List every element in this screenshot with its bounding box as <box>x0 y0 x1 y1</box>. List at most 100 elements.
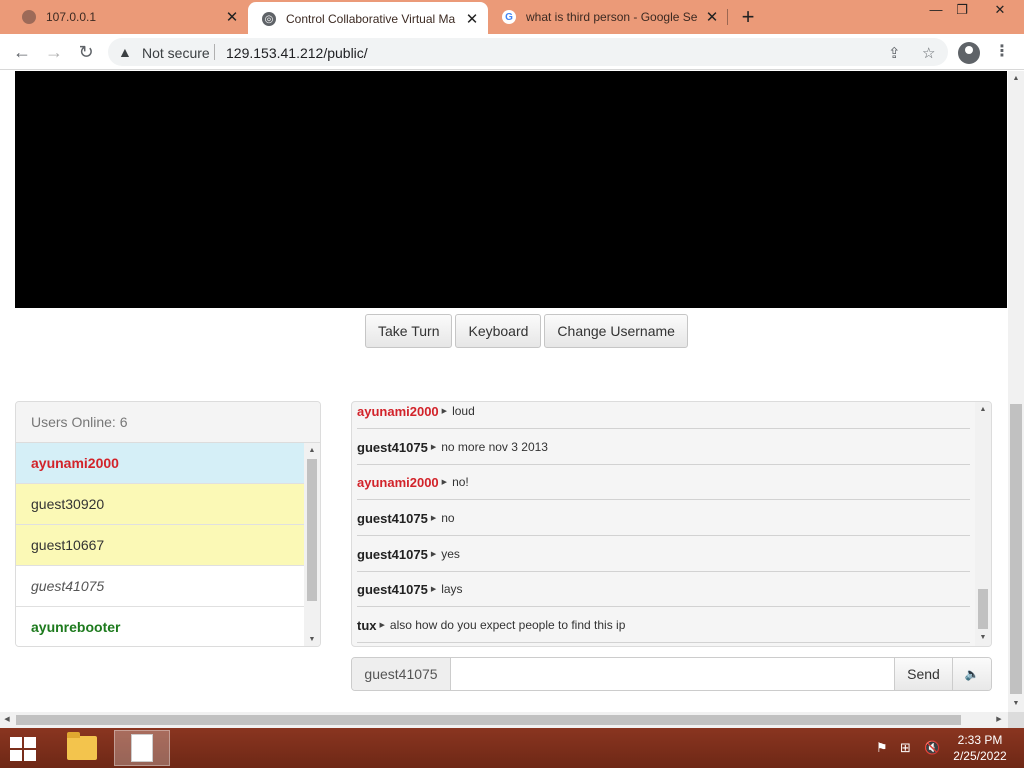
clock-time: 2:33 PM <box>957 733 1003 747</box>
url-text[interactable]: 129.153.41.212/public/ <box>226 45 368 61</box>
scroll-up-icon[interactable]: ▲ <box>975 404 991 416</box>
change-username-button[interactable]: Change Username <box>544 314 688 348</box>
chat-message-input[interactable] <box>451 658 894 690</box>
bookmark-star-icon[interactable]: ☆ <box>922 44 935 62</box>
scroll-up-icon[interactable]: ▲ <box>304 445 320 457</box>
message-username[interactable]: guest41075 <box>357 511 428 526</box>
windows-start-icon[interactable] <box>10 737 38 761</box>
scroll-right-icon[interactable]: ▶ <box>992 714 1006 726</box>
chat-message: guest41075 ▶ yes <box>357 537 970 572</box>
user-row[interactable]: guest41075 <box>16 566 305 607</box>
arrow-icon: ▶ <box>430 551 437 558</box>
scroll-up-icon[interactable]: ▲ <box>1008 73 1024 85</box>
user-row[interactable]: guest10667 <box>16 525 305 566</box>
document-icon <box>131 734 153 762</box>
tab-google-search[interactable]: G what is third person - Google Se ✕ <box>488 0 728 34</box>
tab-107-0-0-1[interactable]: 107.0.0.1 ✕ <box>8 0 248 34</box>
profile-avatar-icon[interactable] <box>958 42 980 64</box>
globe-icon <box>22 10 36 24</box>
message-username[interactable]: guest41075 <box>357 440 428 455</box>
message-text: yes <box>441 547 460 561</box>
arrow-icon: ▶ <box>430 586 437 593</box>
message-text: no <box>441 511 455 525</box>
user-row[interactable]: ayunami2000 <box>16 443 305 484</box>
network-icon[interactable]: ⊞ <box>900 740 911 756</box>
chat-username-label: guest41075 <box>352 658 451 690</box>
file-explorer-icon[interactable] <box>54 730 110 766</box>
new-tab-button[interactable]: + <box>737 4 759 30</box>
share-icon[interactable]: ⇪ <box>888 44 901 62</box>
divider <box>214 44 215 60</box>
tab-title: what is third person - Google Se <box>526 10 698 24</box>
close-tab-icon[interactable]: ✕ <box>222 8 242 26</box>
globe-icon: ◎ <box>262 12 276 26</box>
message-username[interactable]: guest41075 <box>357 582 428 597</box>
keyboard-button[interactable]: Keyboard <box>455 314 542 348</box>
document-app-icon[interactable] <box>114 730 170 766</box>
page-horizontal-scrollbar[interactable]: ◀ ▶ <box>0 712 1008 728</box>
arrow-icon: ▶ <box>379 622 385 629</box>
page-scroll-thumb[interactable] <box>1010 404 1022 694</box>
horizontal-scroll-thumb[interactable] <box>16 715 961 725</box>
message-username[interactable]: ayunami2000 <box>357 404 439 419</box>
address-bar[interactable]: ▲ Not secure 129.153.41.212/public/ ⇪ ☆ <box>108 38 948 66</box>
close-tab-icon[interactable]: ✕ <box>702 8 722 26</box>
scrollbar-corner <box>1008 712 1024 728</box>
users-online-panel: Users Online: 6 ayunami2000 guest30920 g… <box>15 401 321 647</box>
arrow-icon: ▶ <box>441 479 448 486</box>
scroll-down-icon[interactable]: ▼ <box>1008 698 1024 710</box>
tab-control-collaborative[interactable]: ◎ Control Collaborative Virtual Ma ✕ <box>248 2 488 36</box>
folder-icon <box>67 732 97 760</box>
scroll-down-icon[interactable]: ▼ <box>975 632 991 644</box>
flag-icon[interactable]: ⚑ <box>876 740 888 756</box>
reload-icon[interactable]: ↻ <box>74 40 98 64</box>
taskbar: ⚑ ⊞ 🔇 2:33 PM 2/25/2022 <box>0 728 1024 768</box>
system-clock[interactable]: 2:33 PM 2/25/2022 <box>944 732 1016 764</box>
chat-panel: ayunami2000 ▶ loud guest41075 ▶ no more … <box>351 401 992 647</box>
message-text: no! <box>452 475 469 489</box>
take-turn-button[interactable]: Take Turn <box>365 314 453 348</box>
scroll-down-icon[interactable]: ▼ <box>304 634 320 646</box>
google-icon: G <box>502 10 516 24</box>
chat-message: guest41075 ▶ no <box>357 501 970 536</box>
vm-display[interactable] <box>15 71 1007 308</box>
chat-input-group: guest41075 Send 🔈 <box>351 657 992 691</box>
message-username[interactable]: tux <box>357 618 377 633</box>
chat-message: guest41075 ▶ lays <box>357 572 970 607</box>
users-online-header: Users Online: 6 <box>16 402 320 443</box>
users-scrollbar[interactable]: ▲ ▼ <box>304 443 320 646</box>
scroll-left-icon[interactable]: ◀ <box>2 714 12 726</box>
warning-icon[interactable]: ▲ <box>118 44 132 60</box>
volume-muted-icon[interactable]: 🔇 <box>924 740 940 756</box>
arrow-icon: ▶ <box>441 408 448 415</box>
chat-message: tux ▶ also how do you expect people to f… <box>357 608 970 643</box>
chat-message: ayunami2000 ▶ no! <box>357 465 970 500</box>
vm-controls: Take Turn Keyboard Change Username <box>365 314 688 348</box>
arrow-icon: ▶ <box>430 515 437 522</box>
send-button[interactable]: Send <box>894 658 952 690</box>
browser-tab-strip: 107.0.0.1 ✕ ◎ Control Collaborative Virt… <box>0 0 1024 36</box>
users-scroll-thumb[interactable] <box>307 459 317 601</box>
restore-icon[interactable]: ❐ <box>946 0 978 22</box>
user-row[interactable]: ayunrebooter <box>16 607 305 646</box>
forward-icon[interactable]: → <box>42 40 66 64</box>
chat-scrollbar[interactable]: ▲ ▼ <box>975 402 991 646</box>
window-close-icon[interactable]: ✕ <box>982 0 1018 22</box>
tab-separator <box>727 9 728 25</box>
message-username[interactable]: ayunami2000 <box>357 475 439 490</box>
clock-date: 2/25/2022 <box>953 749 1007 763</box>
chat-message: guest41075 ▶ no more nov 3 2013 <box>357 430 970 465</box>
tab-title: Control Collaborative Virtual Ma <box>286 12 456 26</box>
close-tab-icon[interactable]: ✕ <box>462 10 482 28</box>
back-icon[interactable]: ← <box>10 40 34 64</box>
tab-title: 107.0.0.1 <box>46 10 97 24</box>
message-text: loud <box>452 404 475 418</box>
user-row[interactable]: guest30920 <box>16 484 305 525</box>
chat-message: ayunami2000 ▶ loud <box>357 402 970 429</box>
menu-dots-icon[interactable]: ⋮ <box>994 41 1010 61</box>
page-vertical-scrollbar[interactable]: ▲ ▼ <box>1008 71 1024 712</box>
speaker-icon[interactable]: 🔈 <box>952 658 991 690</box>
security-label[interactable]: Not secure <box>142 45 210 61</box>
message-username[interactable]: guest41075 <box>357 547 428 562</box>
chat-scroll-thumb[interactable] <box>978 589 988 629</box>
